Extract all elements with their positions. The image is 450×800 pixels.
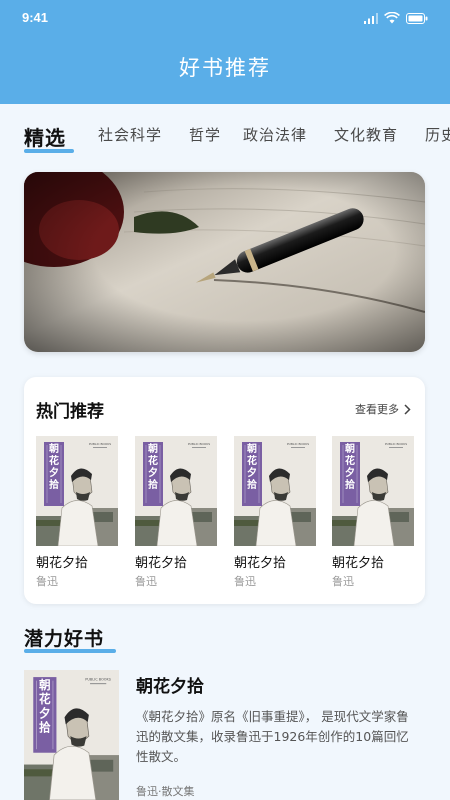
svg-text:朝: 朝 xyxy=(148,442,158,455)
battery-icon xyxy=(406,12,428,24)
svg-text:拾: 拾 xyxy=(49,478,59,491)
book-item[interactable]: 朝花夕拾 PUBLIC BOOKS 朝花夕拾 鲁迅 xyxy=(332,436,414,589)
svg-text:PUBLIC BOOKS: PUBLIC BOOKS xyxy=(385,442,407,446)
svg-text:朝: 朝 xyxy=(247,442,257,455)
svg-text:花: 花 xyxy=(247,454,257,467)
book-cover: 朝花夕拾 PUBLIC BOOKS xyxy=(332,436,414,546)
tab-social-science[interactable]: 社会科学 xyxy=(98,124,162,145)
app-header: 9:41 好书推荐 xyxy=(0,0,450,104)
featured-book-title[interactable]: 朝花夕拾 xyxy=(136,672,204,697)
status-bar: 9:41 xyxy=(0,0,450,36)
svg-text:朝: 朝 xyxy=(39,678,51,692)
book-item[interactable]: 朝花夕拾 PUBLIC BOOKS 朝花夕拾 鲁迅 xyxy=(234,436,316,589)
tab-history[interactable]: 历史 xyxy=(425,124,450,145)
svg-text:拾: 拾 xyxy=(345,478,355,491)
book-cover[interactable]: 朝花夕拾 PUBLIC BOOKS xyxy=(24,670,119,800)
svg-text:PUBLIC BOOKS: PUBLIC BOOKS xyxy=(89,442,111,446)
active-tab-indicator xyxy=(24,149,74,153)
book-author: 鲁迅 xyxy=(234,575,256,588)
page-title: 好书推荐 xyxy=(179,56,271,80)
potential-section-title: 潜力好书 xyxy=(24,628,105,650)
fountain-pen-image xyxy=(24,172,425,352)
book-cover: 朝花夕拾 PUBLIC BOOKS xyxy=(135,436,217,546)
svg-text:拾: 拾 xyxy=(39,720,51,734)
tab-culture-education[interactable]: 文化教育 xyxy=(334,124,398,145)
view-more-link[interactable]: 查看更多 xyxy=(355,401,411,417)
hero-banner[interactable] xyxy=(24,172,425,352)
svg-text:朝: 朝 xyxy=(49,442,59,455)
wifi-icon xyxy=(384,12,400,24)
book-title: 朝花夕拾 xyxy=(36,556,89,571)
svg-text:PUBLIC BOOKS: PUBLIC BOOKS xyxy=(85,678,111,682)
svg-text:夕: 夕 xyxy=(247,466,257,479)
svg-text:花: 花 xyxy=(345,454,355,467)
tab-featured[interactable]: 精选 xyxy=(24,124,66,151)
status-time: 9:41 xyxy=(22,10,49,25)
svg-text:夕: 夕 xyxy=(49,466,59,479)
svg-text:夕: 夕 xyxy=(345,466,355,479)
svg-text:花: 花 xyxy=(39,692,51,706)
svg-text:花: 花 xyxy=(148,454,158,467)
book-author: 鲁迅 xyxy=(332,575,354,588)
svg-text:朝: 朝 xyxy=(345,442,355,455)
section-underline xyxy=(24,649,116,653)
tab-philosophy[interactable]: 哲学 xyxy=(189,124,221,145)
book-cover: 朝花夕拾 PUBLIC BOOKS xyxy=(234,436,316,546)
book-item[interactable]: 朝花夕拾 PUBLIC BOOKS 朝花夕拾 鲁迅 xyxy=(135,436,217,589)
book-author: 鲁迅 xyxy=(135,575,157,588)
svg-text:花: 花 xyxy=(49,454,59,467)
signal-icon xyxy=(364,12,378,24)
chevron-right-icon xyxy=(404,403,411,415)
tab-politics-law[interactable]: 政治法律 xyxy=(243,124,307,145)
book-item[interactable]: 朝花夕拾 PUBLIC BOOKS 朝花夕拾 鲁迅 xyxy=(36,436,118,589)
svg-text:PUBLIC BOOKS: PUBLIC BOOKS xyxy=(287,442,309,446)
svg-text:夕: 夕 xyxy=(39,706,51,720)
svg-text:拾: 拾 xyxy=(148,478,158,491)
book-author: 鲁迅 xyxy=(36,575,58,588)
svg-text:拾: 拾 xyxy=(247,478,257,491)
hot-recommendations-card: 热门推荐 查看更多 朝花夕拾 PUBLIC BOOKS 朝花夕拾 鲁迅 朝 花 … xyxy=(24,377,425,604)
view-more-label: 查看更多 xyxy=(355,403,399,416)
svg-text:夕: 夕 xyxy=(148,466,158,479)
featured-book-description: 《朝花夕拾》原名《旧事重提》， 是现代文学家鲁迅的散文集，收录鲁迅于1926年创… xyxy=(136,709,409,764)
book-title: 朝花夕拾 xyxy=(234,556,287,571)
book-cover: 朝花夕拾 PUBLIC BOOKS xyxy=(36,436,118,546)
svg-text:PUBLIC BOOKS: PUBLIC BOOKS xyxy=(188,442,210,446)
hot-section-title: 热门推荐 xyxy=(36,402,104,422)
status-icons xyxy=(364,12,428,24)
category-tabs: 精选 社会科学 哲学 政治法律 文化教育 历史 xyxy=(24,124,450,160)
featured-book-meta: 鲁迅·散文集 xyxy=(136,785,195,798)
book-title: 朝花夕拾 xyxy=(332,556,385,571)
book-title: 朝花夕拾 xyxy=(135,556,188,571)
